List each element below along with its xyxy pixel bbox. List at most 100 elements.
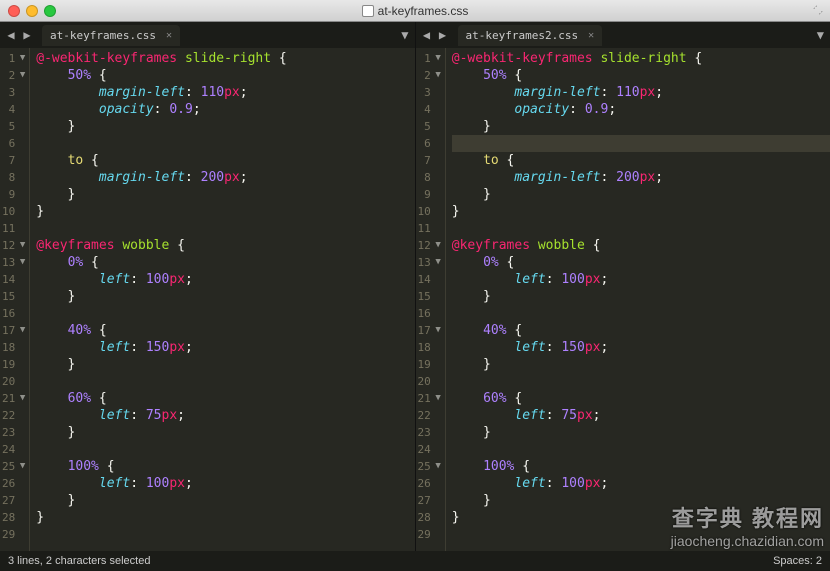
code-line	[452, 220, 830, 237]
fold-icon[interactable]: ▼	[433, 458, 441, 475]
zoom-window-button[interactable]	[44, 5, 56, 17]
line-number: 25	[418, 458, 431, 475]
fold-icon[interactable]: ▼	[17, 458, 25, 475]
code-area[interactable]: @-webkit-keyframes slide-right { 50% { m…	[30, 48, 414, 551]
line-number: 4	[9, 101, 16, 118]
line-number: 5	[9, 118, 16, 135]
line-number: 27	[418, 492, 431, 509]
line-number: 15	[2, 288, 15, 305]
tab-dropdown-icon[interactable]: ▼	[401, 28, 408, 42]
line-number: 21	[418, 390, 431, 407]
line-gutter[interactable]: 1▼2▼3456789101112▼13▼14151617▼18192021▼2…	[0, 48, 30, 551]
code-line	[36, 373, 414, 390]
line-number: 13	[2, 254, 15, 271]
line-number: 18	[418, 339, 431, 356]
fold-icon[interactable]: ▼	[433, 390, 441, 407]
code-line: 50% {	[36, 67, 414, 84]
code-line: left: 75px;	[452, 407, 830, 424]
line-number: 6	[9, 135, 16, 152]
line-number: 20	[418, 373, 431, 390]
file-icon	[362, 5, 374, 17]
nav-back-icon[interactable]: ◀	[420, 28, 434, 42]
line-number: 19	[2, 356, 15, 373]
fold-icon[interactable]: ▼	[433, 254, 441, 271]
line-number: 26	[418, 475, 431, 492]
code-line: }	[452, 492, 830, 509]
code-line	[36, 526, 414, 543]
code-editor[interactable]: 1▼2▼3456789101112▼13▼14151617▼18192021▼2…	[416, 48, 830, 551]
line-number: 9	[424, 186, 431, 203]
code-area[interactable]: @-webkit-keyframes slide-right { 50% { m…	[446, 48, 830, 551]
code-line: opacity: 0.9;	[36, 101, 414, 118]
tab-label: at-keyframes.css	[50, 29, 156, 42]
nav-forward-icon[interactable]: ▶	[20, 28, 34, 42]
tab-dropdown-icon[interactable]: ▼	[817, 28, 824, 42]
fold-icon[interactable]: ▼	[17, 67, 25, 84]
fold-icon[interactable]: ▼	[17, 50, 25, 67]
fold-icon[interactable]: ▼	[17, 254, 25, 271]
code-line: margin-left: 110px;	[452, 84, 830, 101]
line-number: 26	[2, 475, 15, 492]
code-line: }	[36, 118, 414, 135]
fold-icon[interactable]: ▼	[17, 390, 25, 407]
code-line: }	[452, 424, 830, 441]
line-number: 11	[2, 220, 15, 237]
editor-pane: ◀▶at-keyframes2.css✕▼1▼2▼3456789101112▼1…	[416, 22, 830, 551]
fold-icon[interactable]: ▼	[433, 237, 441, 254]
code-line	[452, 373, 830, 390]
code-line: opacity: 0.9;	[452, 101, 830, 118]
code-line	[452, 441, 830, 458]
line-number: 22	[2, 407, 15, 424]
code-line: left: 75px;	[36, 407, 414, 424]
status-selection: 3 lines, 2 characters selected	[8, 555, 150, 567]
line-number: 19	[418, 356, 431, 373]
fold-icon[interactable]: ▼	[17, 322, 25, 339]
status-bar: 3 lines, 2 characters selected Spaces: 2	[0, 551, 830, 571]
nav-back-icon[interactable]: ◀	[4, 28, 18, 42]
file-tab[interactable]: at-keyframes2.css ✕	[458, 25, 603, 46]
tab-close-icon[interactable]: ✕	[588, 30, 594, 41]
nav-forward-icon[interactable]: ▶	[436, 28, 450, 42]
code-line	[36, 220, 414, 237]
code-line: }	[36, 509, 414, 526]
fullscreen-icon[interactable]	[812, 4, 824, 16]
code-line: @keyframes wobble {	[452, 237, 830, 254]
tab-close-icon[interactable]: ✕	[166, 30, 172, 41]
fold-icon[interactable]: ▼	[433, 67, 441, 84]
file-tab[interactable]: at-keyframes.css ✕	[42, 25, 180, 46]
fold-icon[interactable]: ▼	[17, 237, 25, 254]
line-number: 14	[418, 271, 431, 288]
code-line	[36, 305, 414, 322]
window-title: at-keyframes.css	[0, 4, 830, 18]
line-number: 5	[424, 118, 431, 135]
window-title-text: at-keyframes.css	[378, 4, 469, 18]
minimize-window-button[interactable]	[26, 5, 38, 17]
line-number: 24	[418, 441, 431, 458]
code-line: }	[452, 356, 830, 373]
status-spaces[interactable]: Spaces: 2	[773, 555, 822, 567]
code-line: @-webkit-keyframes slide-right {	[36, 50, 414, 67]
line-number: 10	[2, 203, 15, 220]
code-line: margin-left: 200px;	[452, 169, 830, 186]
line-number: 25	[2, 458, 15, 475]
close-window-button[interactable]	[8, 5, 20, 17]
traffic-lights	[0, 5, 56, 17]
code-line	[452, 135, 830, 152]
tab-bar: ◀▶ at-keyframes.css ✕ ▼	[0, 22, 415, 48]
line-number: 17	[418, 322, 431, 339]
fold-icon[interactable]: ▼	[433, 50, 441, 67]
code-line: 50% {	[452, 67, 830, 84]
line-number: 1	[424, 50, 431, 67]
code-line: }	[36, 288, 414, 305]
code-line: left: 100px;	[36, 271, 414, 288]
line-number: 20	[2, 373, 15, 390]
code-line: 60% {	[36, 390, 414, 407]
line-gutter[interactable]: 1▼2▼3456789101112▼13▼14151617▼18192021▼2…	[416, 48, 446, 551]
code-line: }	[36, 203, 414, 220]
code-editor[interactable]: 1▼2▼3456789101112▼13▼14151617▼18192021▼2…	[0, 48, 415, 551]
line-number: 12	[2, 237, 15, 254]
fold-icon[interactable]: ▼	[433, 322, 441, 339]
code-line: }	[36, 424, 414, 441]
line-number: 10	[418, 203, 431, 220]
tab-label: at-keyframes2.css	[466, 29, 579, 42]
